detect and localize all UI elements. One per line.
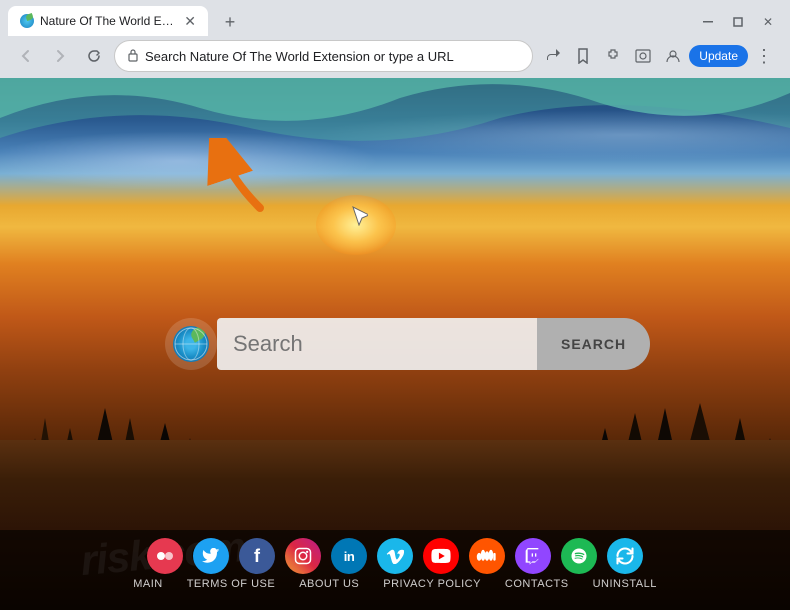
back-button[interactable] [12,42,40,70]
nav-link-contacts[interactable]: CONTACTS [505,578,569,590]
twitch-social-icon[interactable] [515,538,551,574]
refresh-social-icon[interactable] [607,538,643,574]
tab-title: Nature Of The World Extension [40,14,174,28]
bottom-bar: f in [0,530,790,610]
linkedin-social-icon[interactable]: in [331,538,367,574]
browser-window-icon[interactable] [629,42,657,70]
twitter-social-icon[interactable] [193,538,229,574]
url-text: Search Nature Of The World Extension or … [145,49,520,64]
menu-button[interactable]: ⋮ [750,42,778,70]
tab-close-button[interactable]: ✕ [184,13,196,30]
forward-button[interactable] [46,42,74,70]
ground [0,440,790,540]
tab-favicon [20,14,34,28]
bookmark-icon[interactable] [569,42,597,70]
search-input[interactable] [233,331,521,357]
nav-link-terms[interactable]: TERMS OF USE [187,578,276,590]
vimeo-social-icon[interactable] [377,538,413,574]
minimize-button[interactable] [694,8,722,36]
nav-link-uninstall[interactable]: UNINSTALL [593,578,657,590]
new-tab-button[interactable]: + [216,8,244,36]
search-button[interactable]: SEARCH [537,318,650,370]
extension-logo [173,326,209,362]
nav-links-row: MAIN TERMS OF USE ABOUT US PRIVACY POLIC… [133,578,657,590]
toolbar: Search Nature Of The World Extension or … [0,36,790,78]
update-button[interactable]: Update [689,45,748,67]
window-controls: ✕ [694,8,782,36]
close-button[interactable]: ✕ [754,8,782,36]
search-widget: SEARCH [165,318,625,370]
share-icon[interactable] [539,42,567,70]
browser-chrome: Nature Of The World Extension ✕ + ✕ [0,0,790,78]
nav-link-main[interactable]: MAIN [133,578,163,590]
facebook-social-icon[interactable]: f [239,538,275,574]
address-bar[interactable]: Search Nature Of The World Extension or … [114,40,533,72]
search-logo [165,318,217,370]
nav-link-privacy[interactable]: PRIVACY POLICY [383,578,481,590]
maximize-button[interactable] [724,8,752,36]
profile-icon[interactable] [659,42,687,70]
top-wave-decoration [0,78,790,198]
reload-button[interactable] [80,42,108,70]
browser-tab[interactable]: Nature Of The World Extension ✕ [8,6,208,36]
dots-social-icon[interactable] [147,538,183,574]
page-content: SEARCH risk.com f [0,78,790,610]
soundcloud-social-icon[interactable] [469,538,505,574]
sun-glow [316,195,396,255]
lock-icon [127,48,139,65]
spotify-social-icon[interactable] [561,538,597,574]
nav-link-about[interactable]: ABOUT US [299,578,359,590]
toolbar-right-actions: Update ⋮ [539,42,778,70]
instagram-social-icon[interactable] [285,538,321,574]
social-icons-row: f in [147,530,643,578]
search-input-container [217,318,537,370]
extensions-icon[interactable] [599,42,627,70]
youtube-social-icon[interactable] [423,538,459,574]
